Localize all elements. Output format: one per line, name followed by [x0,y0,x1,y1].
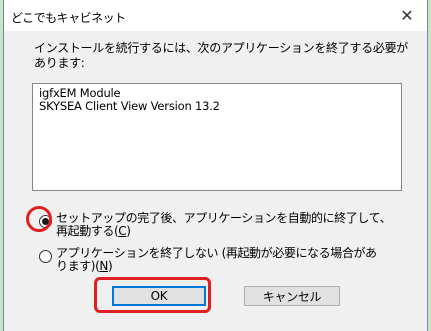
list-item: SKYSEA Client View Version 13.2 [39,99,220,113]
close-icon: ✕ [400,6,414,25]
close-button[interactable]: ✕ [387,0,427,31]
accelerator-key: N [99,259,108,273]
option-auto-close-restart[interactable]: セットアップの完了後、アプリケーションを自動的に終了して、 再起動する(C) [39,212,419,238]
title-bar: どこでもキャビネット ✕ [4,0,427,31]
installer-dialog: どこでもキャビネット ✕ インストールを続行するには、次のアプリケーションを終了… [3,0,428,331]
running-applications-list[interactable]: igfxEM Module SKYSEA Client View Version… [32,83,402,191]
ok-button[interactable]: OK [112,286,206,306]
radio-button-unchecked[interactable] [39,250,52,263]
option-auto-close-label: セットアップの完了後、アプリケーションを自動的に終了して、 再起動する(C) [56,211,392,238]
option-do-not-close-label: アプリケーションを終了しない (再起動が必要になる場合があ ります)(N) [56,246,377,273]
window-title: どこでもキャビネット [11,11,126,25]
instruction-message: インストールを続行するには、次のアプリケーションを終了する必要があります: [34,41,408,70]
radio-button-checked[interactable] [39,215,52,228]
cancel-button[interactable]: キャンセル [244,286,340,306]
option-do-not-close[interactable]: アプリケーションを終了しない (再起動が必要になる場合があ ります)(N) [39,247,419,273]
